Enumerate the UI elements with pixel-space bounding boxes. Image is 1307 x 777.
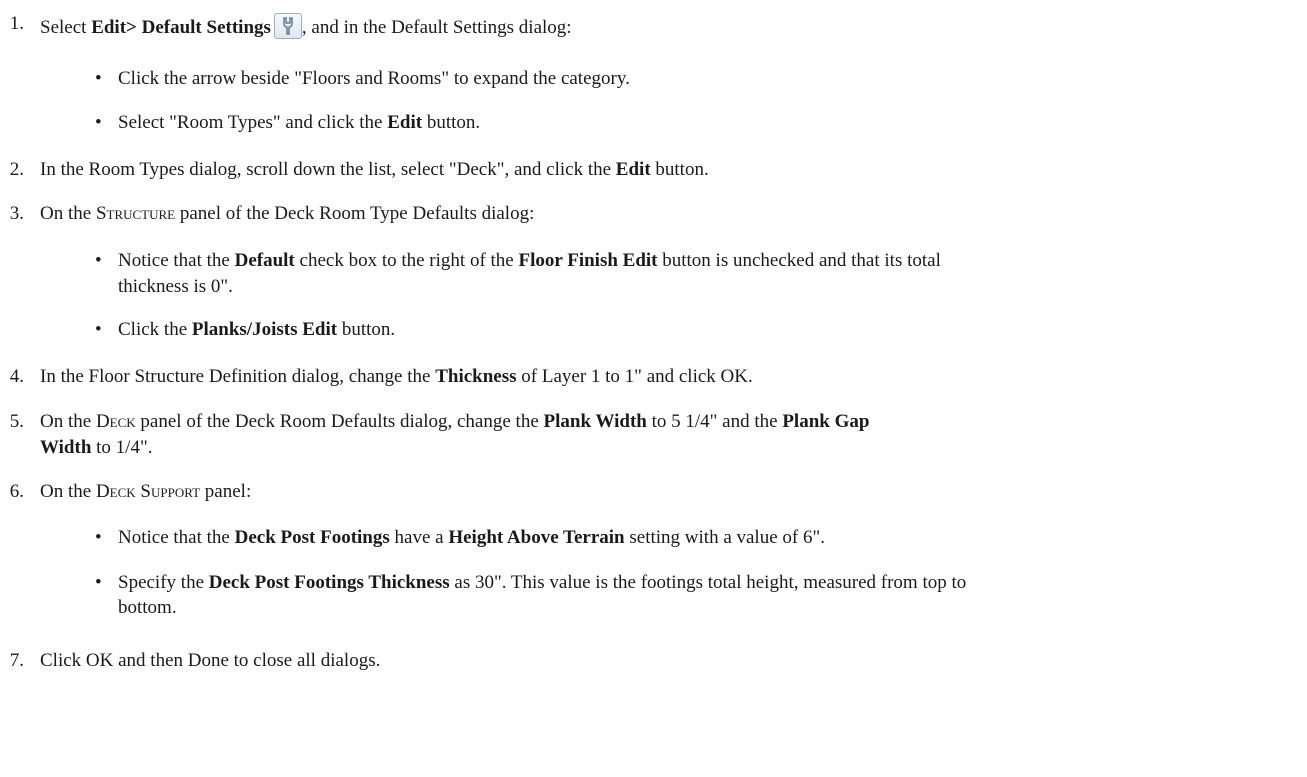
text-run: to 5 1/4" and the (646, 411, 783, 432)
text-run: button is unchecked and that its total (657, 250, 941, 271)
step-line: On the Deck Support panel: (40, 481, 251, 503)
step-number: 2. (9, 159, 24, 180)
text-run: Click OK and then Done to close all dial… (40, 650, 381, 671)
bullet: • (95, 250, 102, 271)
text-run: thickness is 0". (118, 276, 233, 297)
text-run: as 30". This value is the footings total… (449, 572, 967, 593)
bold-term: Deck Post Footings Thickness (208, 572, 450, 593)
text-run: On the (40, 481, 96, 502)
step-number: 1. (9, 13, 24, 34)
text-run: button. (337, 319, 396, 340)
step-line: In the Room Types dialog, scroll down th… (40, 159, 709, 181)
bold-term: Thickness (435, 366, 517, 387)
bullet: • (95, 112, 102, 133)
text-run: panel: (200, 481, 252, 502)
bullet: • (95, 527, 102, 548)
bold-term: Floor Finish Edit (518, 250, 658, 271)
panel-name: Structure (95, 203, 176, 224)
bold-term: Deck Post Footings (234, 527, 390, 548)
continuation-line: Width to 1/4". (40, 437, 152, 459)
wrench-icon (273, 13, 302, 39)
bold-term: Width (40, 437, 92, 458)
bold-term: Edit (387, 112, 423, 133)
bold-term: Planks/Joists Edit (191, 319, 338, 340)
step-line: In the Floor Structure Definition dialog… (40, 366, 753, 388)
text-run: have a (389, 527, 449, 548)
step-line: On the Structure panel of the Deck Room … (40, 203, 534, 225)
bullet-line: Click the arrow beside "Floors and Rooms… (118, 68, 630, 90)
bullet: • (95, 319, 102, 340)
text-run: Click the arrow beside "Floors and Rooms… (118, 68, 630, 89)
step-line: Click OK and then Done to close all dial… (40, 650, 380, 672)
step-number: 7. (9, 650, 24, 671)
bold-term: Edit (615, 159, 651, 180)
continuation-line: thickness is 0". (118, 276, 233, 298)
text-run: Click the (118, 319, 192, 340)
text-run: Notice that the (118, 527, 235, 548)
text-run: Select (40, 17, 92, 38)
bullet-line: Notice that the Default check box to the… (118, 250, 941, 272)
panel-name: Deck (95, 411, 136, 432)
step-number: 4. (9, 366, 24, 387)
text-run: , and in the Default Settings dialog: (301, 17, 572, 38)
step-line: Select Edit> Default Settings , and in th… (40, 13, 572, 39)
bullet-line: Select "Room Types" and click the Edit b… (118, 112, 480, 134)
text-run: In the Room Types dialog, scroll down th… (40, 159, 616, 180)
bullet: • (95, 572, 102, 593)
text-run: panel of the Deck Room Type Defaults dia… (175, 203, 535, 224)
text-run: of Layer 1 to 1" and click OK. (516, 366, 753, 387)
bold-term: Plank Width (543, 411, 647, 432)
step-number: 6. (9, 481, 24, 502)
continuation-line: bottom. (118, 597, 177, 619)
text-run: setting with a value of 6". (624, 527, 825, 548)
step-number: 3. (9, 203, 24, 224)
text-run: panel of the Deck Room Defaults dialog, … (135, 411, 544, 432)
bold-term: Plank Gap (782, 411, 870, 432)
bullet-line: Notice that the Deck Post Footings have … (118, 527, 825, 549)
text-run: On the (40, 203, 96, 224)
text-run: Select "Room Types" and click the (118, 112, 388, 133)
text-run: button. (650, 159, 709, 180)
step-line: On the Deck panel of the Deck Room Defau… (40, 411, 869, 433)
text-run: check box to the right of the (294, 250, 519, 271)
bold-term: Default (234, 250, 295, 271)
text-run: button. (422, 112, 481, 133)
bullet-line: Click the Planks/Joists Edit button. (118, 319, 395, 341)
text-run: On the (40, 411, 96, 432)
text-run: bottom. (118, 597, 177, 618)
text-run: Specify the (118, 572, 209, 593)
text-run: to 1/4". (91, 437, 153, 458)
bold-term: Height Above Terrain (448, 527, 625, 548)
bullet: • (95, 68, 102, 89)
text-run: In the Floor Structure Definition dialog… (40, 366, 436, 387)
text-run: Notice that the (118, 250, 235, 271)
bold-term: Edit> Default Settings (91, 17, 271, 38)
bullet-line: Specify the Deck Post Footings Thickness… (118, 572, 966, 594)
panel-name: Deck Support (95, 481, 201, 502)
step-number: 5. (9, 411, 24, 432)
